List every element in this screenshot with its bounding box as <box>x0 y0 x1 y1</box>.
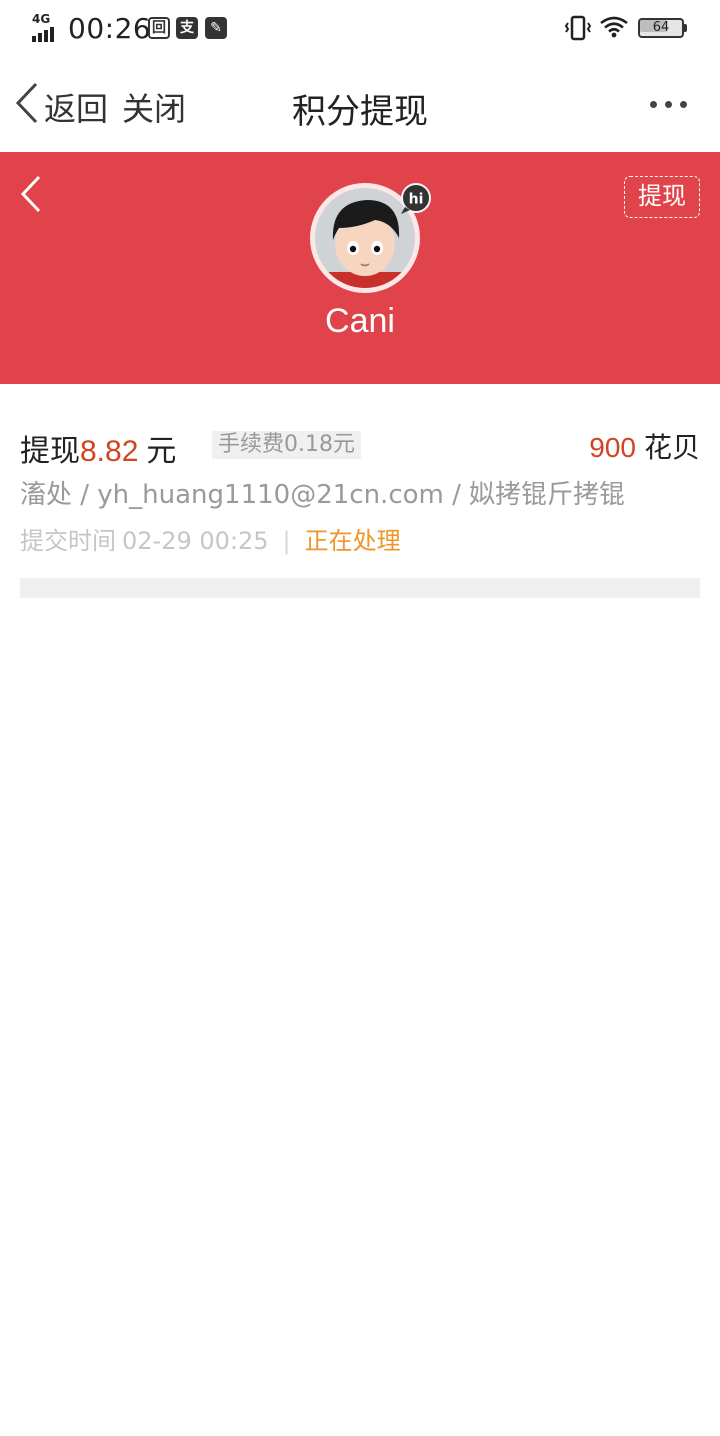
alipay-icon: 支 <box>176 17 198 39</box>
battery-icon: 64 <box>638 18 688 40</box>
back-button[interactable]: 返回 <box>44 84 108 130</box>
fee-badge: 手续费0.18元 <box>212 431 361 459</box>
points-value: 900 <box>589 432 636 463</box>
profile-header: 提现 hi Cani <box>0 152 720 384</box>
vibrate-icon <box>564 15 592 41</box>
withdraw-unit: 元 <box>146 434 177 469</box>
more-dots-icon[interactable] <box>650 94 694 114</box>
hi-badge-label: hi <box>409 192 424 208</box>
nav-bar: 返回 关闭 积分提现 <box>0 58 720 152</box>
status-time: 00:26 <box>68 12 152 45</box>
points-cost: 900 花贝 <box>589 426 700 466</box>
divider <box>20 578 700 598</box>
network-type: 4G <box>32 12 51 26</box>
user-name: Cani <box>325 302 395 340</box>
wifi-icon <box>600 16 628 38</box>
points-unit: 花贝 <box>643 431 700 464</box>
edit-app-icon: ✎ <box>205 17 227 39</box>
battery-level: 64 <box>652 20 670 35</box>
app-notification-icon: 回 <box>148 17 170 39</box>
status-bar: 4G 00:26 回 支 ✎ 64 <box>0 0 720 58</box>
withdraw-amount: 8.82 <box>80 435 139 468</box>
submit-time-label: 提交时间 <box>20 527 116 555</box>
withdraw-prefix: 提现 <box>20 434 80 469</box>
submit-time: 02-29 00:25 <box>122 527 269 555</box>
separator: | <box>282 527 291 555</box>
signal-icon: 4G <box>30 12 62 42</box>
withdraw-amount-line: 提现8.82 元 <box>20 426 176 469</box>
back-chevron-icon[interactable] <box>12 80 42 126</box>
account-info: 滀处 / yh_huang1110@21cn.com / 姒拷锟斤拷锟 <box>20 480 626 510</box>
header-back-icon[interactable] <box>18 174 44 214</box>
close-button[interactable]: 关闭 <box>122 84 186 130</box>
submit-info: 提交时间 02-29 00:25 | 正在处理 <box>20 521 401 556</box>
status-badge: 正在处理 <box>304 527 401 555</box>
withdraw-button[interactable]: 提现 <box>624 176 700 218</box>
hi-badge-icon: hi <box>401 183 431 214</box>
